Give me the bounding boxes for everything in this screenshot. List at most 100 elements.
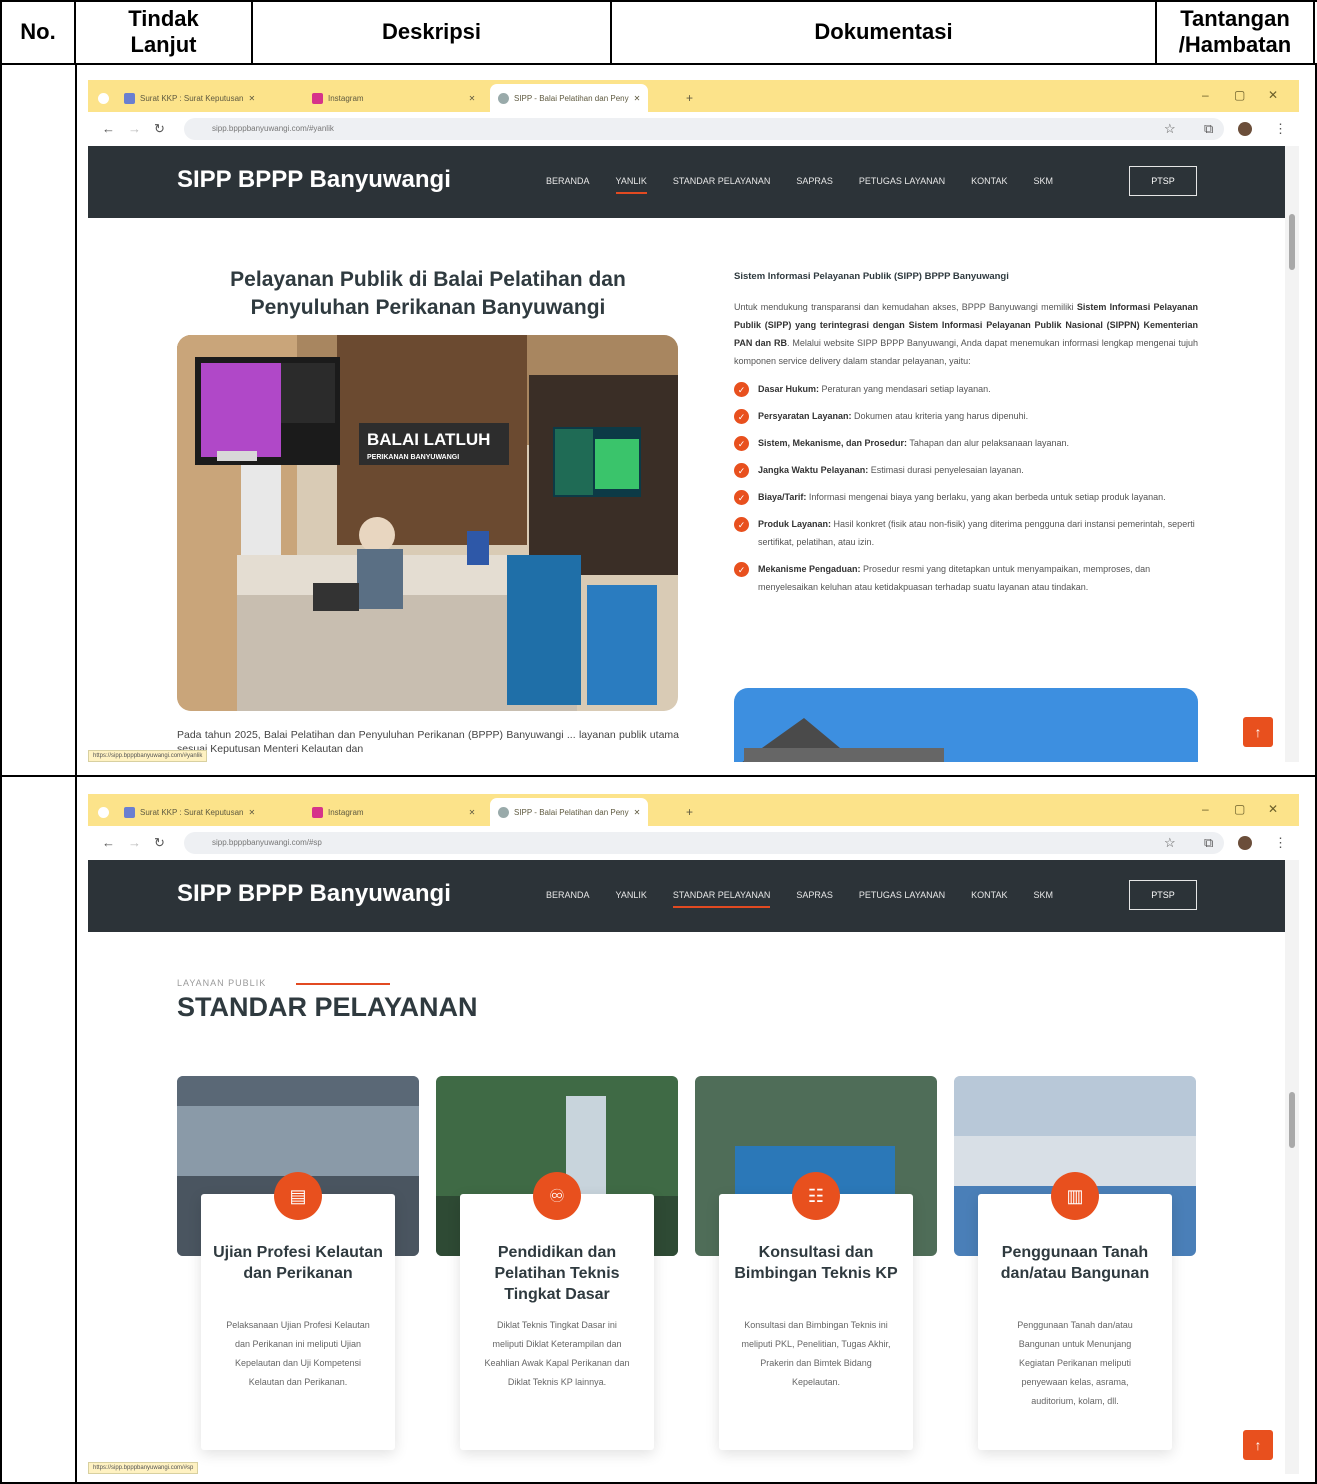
nav-links: BERANDA YANLIK STANDAR PELAYANAN SAPRAS … — [546, 890, 1079, 908]
maximize-icon[interactable]: ▢ — [1234, 88, 1245, 102]
tab-label: Surat KKP : Surat Keputusan — [140, 807, 244, 817]
tab-label: SIPP - Balai Pelatihan dan Peny — [514, 93, 629, 103]
site-navbar: SIPP BPPP Banyuwangi BERANDA YANLIK STAN… — [88, 860, 1285, 932]
close-icon[interactable]: ✕ — [634, 94, 641, 103]
instagram-icon — [312, 806, 323, 818]
nav-kontak[interactable]: KONTAK — [971, 890, 1007, 900]
certificate-icon: ▤ — [274, 1172, 322, 1220]
table-header-divider — [0, 63, 1317, 65]
page-scrollbar[interactable] — [1285, 146, 1299, 762]
section-eyebrow: LAYANAN PUBLIK — [177, 978, 267, 988]
extensions-icon[interactable]: ⧉ — [1204, 121, 1213, 137]
scrollbar-thumb[interactable] — [1289, 1092, 1295, 1148]
close-icon[interactable]: ✕ — [248, 94, 255, 103]
nav-skm[interactable]: SKM — [1033, 176, 1053, 186]
tab-instagram[interactable]: Instagram ✕ — [312, 800, 475, 824]
consult-icon: ☷ — [792, 1172, 840, 1220]
profile-avatar[interactable] — [1238, 122, 1252, 136]
kkp-icon — [124, 92, 135, 104]
page-scrollbar[interactable] — [1285, 860, 1299, 1474]
table-row-divider — [0, 775, 1317, 777]
close-icon[interactable]: ✕ — [634, 808, 641, 817]
nav-yanlik[interactable]: YANLIK — [615, 176, 648, 194]
new-tab-button[interactable]: + — [686, 86, 693, 110]
nav-skm[interactable]: SKM — [1033, 890, 1053, 900]
sipp-heading: Sistem Informasi Pelayanan Publik (SIPP)… — [734, 271, 1009, 282]
tab-instagram[interactable]: Instagram ✕ — [312, 86, 475, 110]
browser-menu-icon[interactable]: ⋮ — [1274, 121, 1287, 137]
reload-icon[interactable]: ↻ — [154, 121, 165, 137]
address-bar[interactable]: sipp.bpppbanyuwangi.com/#sp — [184, 832, 1224, 854]
header-dokumentasi-text: Dokumentasi — [814, 19, 953, 44]
tab-sipp[interactable]: SIPP - Balai Pelatihan dan Peny ✕ — [490, 798, 649, 826]
minimize-icon[interactable]: – — [1202, 802, 1209, 816]
photo-sign-subtext: PERIKANAN BANYUWANGI — [367, 454, 459, 461]
tab-menu[interactable] — [98, 800, 109, 824]
browser-menu-icon[interactable]: ⋮ — [1274, 835, 1287, 851]
scrollbar-thumb[interactable] — [1289, 214, 1295, 270]
check-icon: ✓ — [734, 409, 749, 424]
service-component-list: ✓ Dasar Hukum: Peraturan yang mendasari s… — [734, 380, 1198, 596]
tab-surat-kkp[interactable]: Surat KKP : Surat Keputusan ✕ — [124, 800, 255, 824]
site-navbar: SIPP BPPP Banyuwangi BERANDA YANLIK STAN… — [88, 146, 1285, 218]
card-description: Diklat Teknis Tingkat Dasar ini meliputi… — [484, 1320, 630, 1387]
tab-surat-kkp[interactable]: Surat KKP : Surat Keputusan ✕ — [124, 86, 255, 110]
photo-sign-text: BALAI LATLUH — [367, 430, 490, 449]
close-window-icon[interactable]: ✕ — [1268, 88, 1278, 102]
close-icon[interactable]: ✕ — [469, 808, 476, 817]
service-card[interactable]: ▤ Ujian Profesi Kelautan dan Perikanan P… — [201, 1172, 395, 1450]
forward-icon[interactable]: → — [128, 835, 141, 850]
nav-petugas-layanan[interactable]: PETUGAS LAYANAN — [859, 176, 945, 186]
building-doc-icon: ▥ — [1051, 1172, 1099, 1220]
check-icon: ✓ — [734, 490, 749, 505]
nav-sapras[interactable]: SAPRAS — [796, 890, 833, 900]
nav-standar-pelayanan[interactable]: STANDAR PELAYANAN — [672, 890, 770, 908]
reload-icon[interactable]: ↻ — [154, 835, 165, 851]
close-icon[interactable]: ✕ — [248, 808, 255, 817]
close-icon[interactable]: ✕ — [469, 94, 476, 103]
nav-standar-pelayanan[interactable]: STANDAR PELAYANAN — [673, 176, 771, 186]
maximize-icon[interactable]: ▢ — [1234, 802, 1245, 816]
nav-kontak[interactable]: KONTAK — [971, 176, 1007, 186]
nav-yanlik[interactable]: YANLIK — [616, 890, 647, 900]
back-icon[interactable]: ← — [102, 121, 115, 136]
kkp-icon — [124, 806, 135, 818]
nav-beranda[interactable]: BERANDA — [546, 176, 590, 186]
back-to-top-button[interactable]: ↑ — [1243, 1430, 1273, 1460]
address-bar[interactable]: sipp.bpppbanyuwangi.com/#yanlik — [184, 118, 1224, 140]
table-border-left — [0, 64, 2, 1484]
card-title: Ujian Profesi Kelautan dan Perikanan — [213, 1244, 383, 1282]
service-card[interactable]: ♾ Pendidikan dan Pelatihan Teknis Tingka… — [460, 1172, 654, 1450]
close-window-icon[interactable]: ✕ — [1268, 802, 1278, 816]
tab-search-icon — [98, 92, 109, 104]
extensions-icon[interactable]: ⧉ — [1204, 835, 1213, 851]
item-desc: Peraturan yang mendasari setiap layanan. — [819, 384, 991, 394]
list-item: ✓ Biaya/Tarif: Informasi mengenai biaya y… — [734, 488, 1198, 506]
check-icon: ✓ — [734, 463, 749, 478]
new-tab-button[interactable]: + — [686, 800, 693, 824]
profile-avatar[interactable] — [1238, 836, 1252, 850]
card-title: Konsultasi dan Bimbingan Teknis KP — [734, 1244, 898, 1282]
minimize-icon[interactable]: – — [1202, 88, 1209, 102]
bookmark-star-icon[interactable]: ☆ — [1164, 835, 1176, 851]
tab-menu[interactable] — [98, 86, 109, 110]
ptsp-button[interactable]: PTSP — [1129, 166, 1197, 196]
browser-tabbar: Surat KKP : Surat Keputusan ✕ Instagram ✕ … — [88, 794, 1299, 826]
item-term: Produk Layanan: — [758, 519, 832, 529]
back-to-top-button[interactable]: ↑ — [1243, 717, 1273, 747]
service-card[interactable]: ▥ Penggunaan Tanah dan/atau Bangunan Pen… — [978, 1172, 1172, 1450]
nav-beranda[interactable]: BERANDA — [546, 890, 590, 900]
nav-petugas-layanan[interactable]: PETUGAS LAYANAN — [859, 890, 945, 900]
nav-sapras[interactable]: SAPRAS — [796, 176, 833, 186]
card-description: Konsultasi dan Bimbingan Teknis ini meli… — [741, 1320, 891, 1387]
tab-label: Surat KKP : Surat Keputusan — [140, 93, 244, 103]
service-card[interactable]: ☷ Konsultasi dan Bimbingan Teknis KP Kon… — [719, 1172, 913, 1450]
site-brand[interactable]: SIPP BPPP Banyuwangi — [177, 166, 451, 194]
tab-sipp[interactable]: SIPP - Balai Pelatihan dan Peny ✕ — [490, 84, 649, 112]
site-brand[interactable]: SIPP BPPP Banyuwangi — [177, 880, 451, 908]
card-description: Pelaksanaan Ujian Profesi Kelautan dan P… — [226, 1320, 370, 1387]
bookmark-star-icon[interactable]: ☆ — [1164, 121, 1176, 137]
forward-icon[interactable]: → — [128, 121, 141, 136]
back-icon[interactable]: ← — [102, 835, 115, 850]
ptsp-button[interactable]: PTSP — [1129, 880, 1197, 910]
